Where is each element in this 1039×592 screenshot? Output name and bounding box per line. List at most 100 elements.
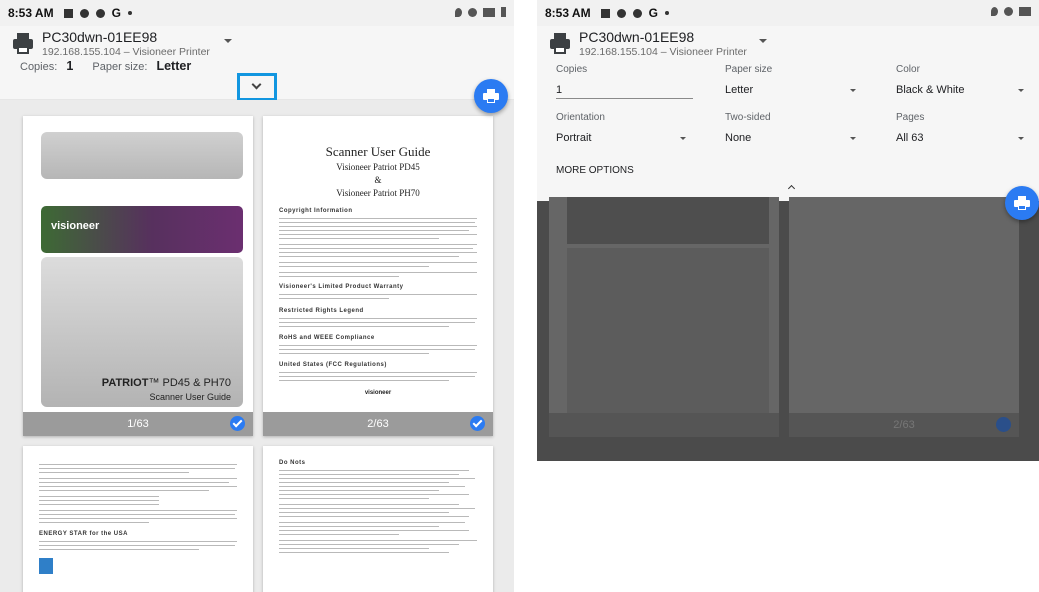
color-label: Color [896, 64, 920, 75]
paper-size-select[interactable]: Letter [725, 84, 753, 96]
cover-panel: PATRIOT™ PD45 & PH70 Scanner User Guide [41, 257, 243, 407]
page-heading: Do Nots [279, 460, 306, 466]
two-sided-select[interactable]: None [725, 132, 751, 144]
two-sided-label: Two-sided [725, 112, 771, 123]
vibrate-icon [468, 7, 477, 17]
copies-input[interactable]: 1 [556, 84, 562, 96]
status-system-icons [991, 7, 1031, 16]
status-notification-icons: G [63, 6, 132, 20]
brand-models: ™ PD45 & PH70 [148, 377, 231, 389]
printer-address: 192.168.155.104 – Visioneer Printer [42, 46, 210, 58]
google-icon: G [111, 6, 121, 20]
printer-address: 192.168.155.104 – Visioneer Printer [579, 46, 747, 58]
chevron-down-icon[interactable] [1018, 137, 1024, 140]
printer-icon [549, 32, 571, 54]
preview-page-2: 2/63 [789, 197, 1019, 437]
notification-icon [632, 8, 642, 18]
copies-underline [556, 98, 693, 99]
preview-page-2[interactable]: Scanner User Guide Visioneer Patriot PD4… [263, 116, 493, 436]
notification-icon [616, 8, 626, 18]
check-icon[interactable] [470, 416, 485, 431]
printer-dropdown-icon[interactable] [224, 39, 232, 43]
cover-band [567, 197, 769, 244]
cover-panel [567, 248, 769, 413]
guide-heading: Copyright Information [279, 208, 353, 214]
print-summary: Copies: 1 Paper size: Letter [20, 59, 191, 73]
wifi-icon [483, 7, 495, 17]
wifi-icon [1019, 7, 1031, 16]
preview-page-1 [549, 197, 779, 437]
orientation-select[interactable]: Portrait [556, 132, 591, 144]
page-bar: 1/63 [23, 412, 253, 436]
printer-dropdown-icon[interactable] [759, 39, 767, 43]
status-system-icons [455, 7, 506, 17]
paper-size-label: Paper size: [92, 61, 148, 73]
print-preview[interactable]: visioneer PATRIOT™ PD45 & PH70 Scanner U… [0, 100, 514, 592]
guide-ampersand: & [374, 175, 382, 185]
guide-heading: RoHS and WEEE Compliance [279, 335, 375, 341]
battery-icon [501, 7, 506, 17]
paper-size-label: Paper size [725, 64, 773, 75]
vibrate-icon [1004, 7, 1013, 16]
chevron-down-icon[interactable] [1018, 89, 1024, 92]
print-options-panel: PC30dwn-01EE98 192.168.155.104 – Visione… [537, 26, 1039, 201]
preview-page-3[interactable]: ENERGY STAR for the USA [23, 446, 253, 592]
print-fab-icon [483, 89, 499, 103]
location-icon [991, 7, 998, 16]
visioneer-logo: visioneer [51, 220, 100, 232]
brand-name: PATRIOT [101, 377, 149, 389]
location-icon [455, 7, 462, 17]
left-screen: 8:53 AM G PC30dwn-01EE98 192.168.155.104… [0, 0, 514, 592]
guide-footer-logo: visioneer [364, 390, 392, 396]
chevron-down-icon [251, 79, 262, 90]
preview-page-1[interactable]: visioneer PATRIOT™ PD45 & PH70 Scanner U… [23, 116, 253, 436]
copies-label: Copies: [20, 61, 58, 73]
status-time: 8:53 AM [8, 6, 54, 20]
print-button[interactable] [474, 79, 508, 113]
status-bar: 8:53 AM G [537, 0, 1039, 26]
energy-star-logo [39, 558, 53, 574]
cover-panel [41, 132, 243, 179]
color-select[interactable]: Black & White [896, 84, 964, 96]
printer-name[interactable]: PC30dwn-01EE98 [42, 29, 157, 45]
expand-options-button[interactable] [237, 73, 277, 101]
guide-heading: Visioneer's Limited Product Warranty [279, 284, 404, 290]
more-options-button[interactable]: MORE OPTIONS [556, 165, 634, 176]
page-number: 1/63 [127, 418, 149, 430]
guide-title: Scanner User Guide [325, 144, 431, 159]
google-icon: G [648, 6, 658, 20]
page-number: 2/63 [893, 419, 915, 431]
check-icon[interactable] [230, 416, 245, 431]
notification-icon [600, 8, 610, 18]
printer-name[interactable]: PC30dwn-01EE98 [579, 29, 694, 45]
orientation-label: Orientation [556, 112, 605, 123]
guide-model-1: Visioneer Patriot PD45 [336, 162, 420, 172]
right-screen: 8:53 AM G PC30dwn-01EE98 192.168.155.104… [537, 0, 1039, 461]
cover-brand: PATRIOT™ PD45 & PH70 [102, 377, 231, 389]
print-fab-icon [1014, 196, 1030, 210]
page-heading: ENERGY STAR for the USA [39, 531, 128, 537]
dimmed-preview[interactable]: 2/63 [537, 197, 1039, 461]
cover-band: visioneer [41, 206, 243, 253]
preview-page-4[interactable]: Do Nots [263, 446, 493, 592]
chevron-up-icon[interactable] [787, 184, 796, 193]
chevron-down-icon[interactable] [850, 89, 856, 92]
print-button[interactable] [1005, 186, 1039, 220]
notification-icon [79, 8, 89, 18]
copies-label: Copies [556, 64, 588, 75]
status-notification-icons: G [600, 6, 669, 20]
guide-heading: United States (FCC Regulations) [279, 362, 387, 368]
copies-value: 1 [66, 59, 74, 73]
chevron-down-icon[interactable] [680, 137, 686, 140]
cover-subtitle: Scanner User Guide [149, 392, 231, 402]
printer-icon [12, 32, 34, 54]
dot-icon [664, 11, 669, 15]
chevron-down-icon[interactable] [850, 137, 856, 140]
notification-icon [63, 8, 73, 18]
check-icon [996, 417, 1011, 432]
status-bar: 8:53 AM G [0, 0, 514, 26]
pages-label: Pages [896, 112, 925, 123]
pages-select[interactable]: All 63 [896, 132, 924, 144]
guide-heading: Restricted Rights Legend [279, 308, 364, 314]
status-time: 8:53 AM [545, 6, 591, 20]
